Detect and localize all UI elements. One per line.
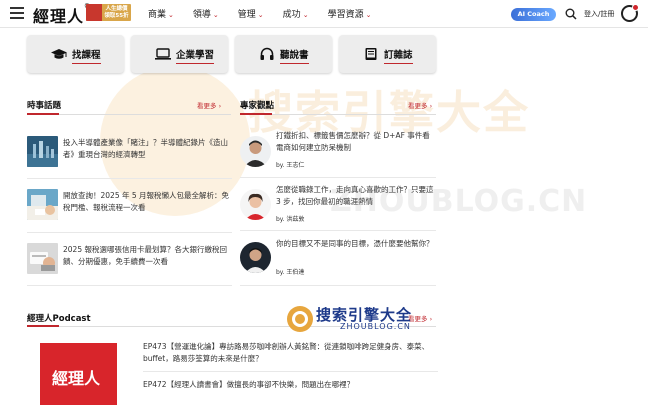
author-avatar	[240, 136, 271, 167]
column-section-title: 專家觀點	[240, 101, 275, 111]
site-logo[interactable]: 經理人®	[33, 3, 91, 27]
chevron-down-icon: ⌄	[212, 11, 219, 19]
search-icon[interactable]	[565, 8, 577, 20]
nav-item-management[interactable]: 管理 ⌄	[238, 7, 264, 20]
promo-image	[86, 4, 102, 21]
news-divider	[27, 178, 232, 179]
main-nav: 商業 ⌄ 領導 ⌄ 管理 ⌄ 成功 ⌄ 學習資源 ⌄	[148, 7, 390, 20]
chevron-down-icon: ⌄	[302, 11, 309, 19]
news-section-title: 時事話題	[27, 101, 62, 111]
ai-coach-button[interactable]: AI Coach	[511, 8, 556, 21]
user-avatar[interactable]	[621, 4, 639, 22]
find-course-button[interactable]: 找課程	[27, 35, 124, 73]
news-headline: 開放查詢！2025 年 5 月報稅懶人包最全解析：免稅門檻、報稅流程一次看	[63, 191, 230, 212]
book-icon	[365, 48, 377, 60]
promo-text: 人生總價 領取55折	[104, 6, 129, 19]
nav-label: 成功	[282, 10, 301, 20]
author-name: by. 洪茲敦	[276, 216, 305, 223]
podcast-cover[interactable]: 經理人	[40, 343, 117, 405]
news-divider	[27, 232, 232, 233]
button-label: 聽說書	[280, 47, 309, 64]
author-name: by. 王伯達	[276, 269, 305, 276]
podcast-section-title: 經理人Podcast	[27, 314, 91, 324]
column-divider	[240, 177, 436, 178]
nav-item-learning-resources[interactable]: 學習資源 ⌄	[328, 7, 372, 20]
column-divider	[240, 230, 436, 231]
podcast-cover-text: 經理人	[52, 369, 101, 388]
nav-item-business[interactable]: 商業 ⌄	[148, 7, 174, 20]
podcast-episode-title: EP472【經理人讀書會】做擅長的事卻不快樂，問題出在哪裡？	[143, 380, 355, 389]
author-avatar	[240, 189, 271, 220]
headphones-icon	[260, 47, 274, 60]
chevron-down-icon: ⌄	[168, 11, 174, 19]
news-thumbnail	[27, 189, 58, 220]
nav-label: 學習資源	[327, 10, 364, 20]
column-headline: 怎麼從職錄工作，走向真心喜歡的工作？只要這 3 步，找回你最初的職涯熱情	[276, 185, 434, 206]
subscribe-magazine-button[interactable]: 訂雜誌	[339, 35, 436, 73]
podcast-divider	[143, 371, 438, 372]
nav-label: 商業	[148, 10, 167, 20]
logo-text: 經理人	[33, 7, 85, 26]
nav-item-leadership[interactable]: 領導 ⌄	[193, 7, 219, 20]
podcast-episode[interactable]: EP473【營運進化論】專訪路易莎咖啡創辦人黃銘賢：從連鎖咖啡跨足健身房、泰菜、…	[143, 341, 438, 365]
watermark-badge-url: ZHOUBLOG.CN	[340, 322, 411, 331]
login-register-link[interactable]: 登入/註冊	[584, 9, 614, 19]
button-label: 找課程	[72, 47, 101, 64]
news-thumbnail	[27, 136, 58, 167]
notification-dot	[632, 4, 639, 11]
news-more-link[interactable]: 看更多 ›	[197, 100, 221, 110]
graduation-cap-icon	[51, 49, 67, 59]
column-section-divider	[240, 113, 436, 115]
button-label: 企業學習	[176, 47, 215, 64]
nav-item-success[interactable]: 成功 ⌄	[283, 7, 309, 20]
laptop-icon	[155, 48, 171, 60]
column-headline: 你的目標又不是同事的目標，憑什麼要他幫你？	[276, 239, 434, 248]
audiobook-button[interactable]: 聽說書	[235, 35, 332, 73]
author-name: by. 王志仁	[276, 162, 305, 169]
news-divider	[27, 285, 232, 286]
button-label: 訂雜誌	[384, 47, 413, 64]
enterprise-learning-button[interactable]: 企業學習	[131, 35, 228, 73]
nav-label: 管理	[237, 10, 256, 20]
news-section-divider	[27, 113, 231, 115]
podcast-episode[interactable]: EP472【經理人讀書會】做擅長的事卻不快樂，問題出在哪裡？	[143, 379, 438, 391]
author-avatar	[240, 242, 271, 273]
news-thumbnail	[27, 243, 58, 274]
nav-label: 領導	[192, 10, 211, 20]
column-headline: 打鐵折扣、標籤售價怎麼辦？從 D+AF 事件看電商如何建立防呆機制	[276, 131, 430, 152]
hamburger-menu-icon[interactable]	[10, 7, 24, 19]
column-more-link[interactable]: 看更多 ›	[408, 100, 432, 110]
news-headline: 2025 報稅選哪張信用卡最划算？各大銀行繳稅回饋、分期優惠，免手續費一次看	[63, 245, 227, 266]
watermark-badge-icon	[287, 306, 313, 332]
podcast-episode-title: EP473【營運進化論】專訪路易莎咖啡創辦人黃銘賢：從連鎖咖啡跨足健身房、泰菜、…	[143, 342, 430, 363]
top-header: 經理人® 人生總價 領取55折 商業⌄ 領導⌄ 管理⌄ 成功⌄ 學習資源⌄ AI…	[0, 0, 648, 28]
column-divider	[240, 285, 436, 286]
chevron-down-icon: ⌄	[257, 11, 264, 19]
news-headline: 投入半導體產業像「賭注」？半導體紀錄片《造山者》重現台灣的經濟轉型	[63, 138, 228, 159]
chevron-down-icon: ⌄	[365, 11, 372, 19]
promo-banner[interactable]: 人生總價 領取55折	[86, 4, 131, 21]
